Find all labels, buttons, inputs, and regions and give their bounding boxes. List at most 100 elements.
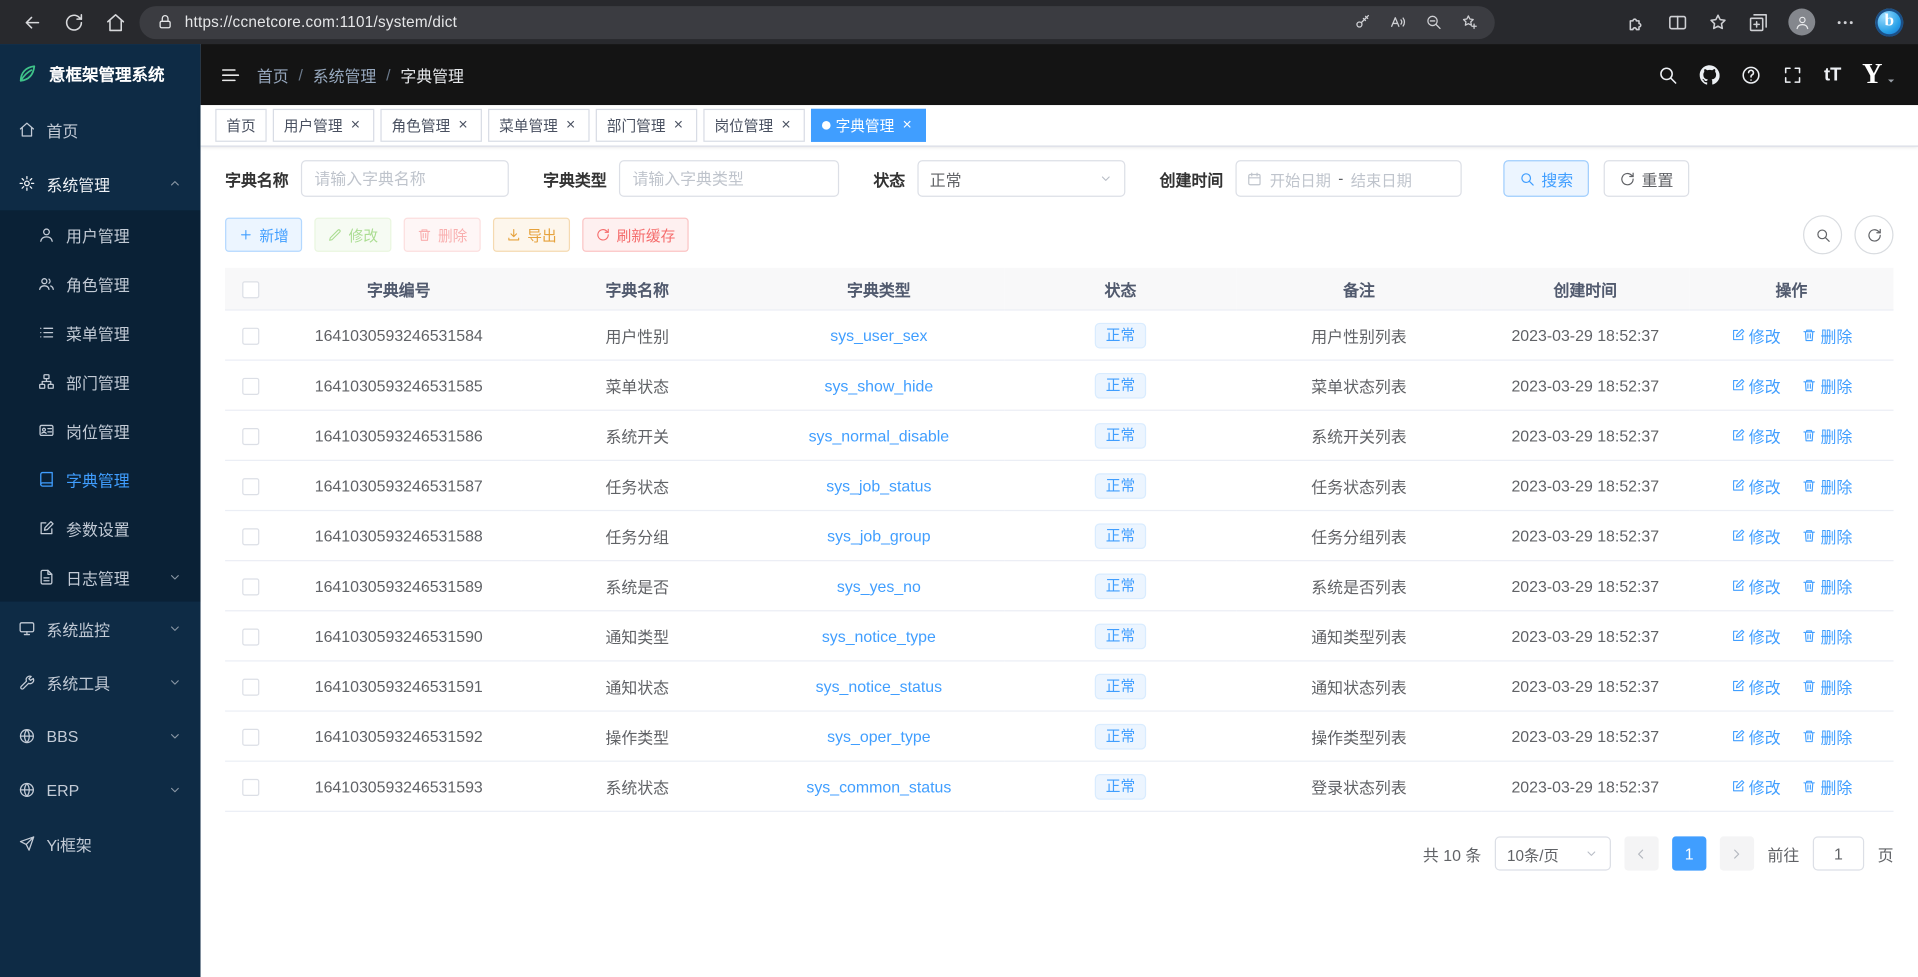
sidebar-item-role-mgmt[interactable]: 角色管理 [0,259,201,308]
app-logo[interactable]: 意框架管理系统 [0,44,201,103]
sidebar-item-user-mgmt[interactable]: 用户管理 [0,210,201,259]
row-edit-button[interactable]: 修改 [1730,775,1780,798]
zoom-out-icon[interactable] [1425,13,1442,30]
bing-copilot-icon[interactable]: b [1875,8,1903,36]
dict-type-link[interactable]: sys_job_group [827,526,930,544]
row-delete-button[interactable]: 删除 [1802,323,1852,346]
refresh-table-button[interactable] [1854,215,1893,254]
sidebar-item-system-tools[interactable]: 系统工具 [0,655,201,709]
search-button[interactable]: 搜索 [1503,160,1589,197]
close-icon[interactable]: × [670,117,686,133]
help-icon[interactable] [1741,64,1762,85]
row-delete-button[interactable]: 删除 [1802,574,1852,597]
row-edit-button[interactable]: 修改 [1730,424,1780,447]
row-checkbox[interactable] [242,678,259,695]
row-edit-button[interactable]: 修改 [1730,374,1780,397]
font-size-icon[interactable]: tT [1824,64,1841,85]
row-checkbox[interactable] [242,628,259,645]
dict-type-link[interactable]: sys_job_status [826,476,931,494]
row-checkbox[interactable] [242,729,259,746]
reset-button[interactable]: 重置 [1604,160,1690,197]
extensions-icon[interactable] [1627,12,1648,33]
row-edit-button[interactable]: 修改 [1730,323,1780,346]
tab-post-mgmt[interactable]: 岗位管理 × [703,109,805,142]
search-icon[interactable] [1658,64,1679,85]
select-all-checkbox[interactable] [242,281,259,298]
sidebar-item-dict-mgmt[interactable]: 字典管理 [0,455,201,504]
row-checkbox[interactable] [242,478,259,495]
next-page-button[interactable] [1720,836,1754,870]
prev-page-button[interactable] [1624,836,1658,870]
collections-icon[interactable] [1748,12,1769,33]
export-button[interactable]: 导出 [493,218,570,252]
reload-button[interactable] [56,5,90,39]
date-range-picker[interactable]: 开始日期 - 结束日期 [1236,160,1462,197]
more-icon[interactable] [1835,12,1856,33]
goto-page-input[interactable] [1813,836,1864,870]
dict-type-link[interactable]: sys_notice_type [822,627,936,645]
row-edit-button[interactable]: 修改 [1730,624,1780,647]
key-icon[interactable] [1354,13,1371,30]
row-delete-button[interactable]: 删除 [1802,424,1852,447]
dict-name-input[interactable] [301,160,509,197]
tab-menu-mgmt[interactable]: 菜单管理 × [488,109,590,142]
dict-type-link[interactable]: sys_notice_status [816,677,942,695]
home-button[interactable] [98,5,132,39]
toggle-search-button[interactable] [1803,215,1842,254]
row-delete-button[interactable]: 删除 [1802,374,1852,397]
sidebar-item-system-monitor[interactable]: 系统监控 [0,602,201,656]
tab-dept-mgmt[interactable]: 部门管理 × [596,109,698,142]
tab-user-mgmt[interactable]: 用户管理 × [273,109,375,142]
fullscreen-icon[interactable] [1782,64,1803,85]
dict-type-link[interactable]: sys_show_hide [825,376,934,394]
close-icon[interactable]: × [899,117,915,133]
row-delete-button[interactable]: 删除 [1802,674,1852,697]
sidebar-item-dept-mgmt[interactable]: 部门管理 [0,357,201,406]
dict-type-link[interactable]: sys_normal_disable [809,426,950,444]
row-delete-button[interactable]: 删除 [1802,724,1852,747]
row-delete-button[interactable]: 删除 [1802,524,1852,547]
back-button[interactable] [15,5,49,39]
dict-type-link[interactable]: sys_oper_type [827,727,930,745]
tab-home[interactable]: 首页 [215,109,266,142]
breadcrumb-system-mgmt[interactable]: 系统管理 [313,63,377,86]
tab-role-mgmt[interactable]: 角色管理 × [380,109,482,142]
profile-avatar[interactable] [1788,9,1815,36]
sidebar-item-post-mgmt[interactable]: 岗位管理 [0,406,201,455]
row-checkbox[interactable] [242,779,259,796]
address-bar[interactable]: https://ccnetcore.com:1101/system/dict [139,6,1494,39]
row-checkbox[interactable] [242,528,259,545]
sidebar-item-log-mgmt[interactable]: 日志管理 [0,553,201,602]
dict-type-link[interactable]: sys_user_sex [830,326,927,344]
row-edit-button[interactable]: 修改 [1730,474,1780,497]
row-checkbox[interactable] [242,327,259,344]
dict-type-link[interactable]: sys_common_status [806,777,951,795]
add-button[interactable]: 新增 [225,218,302,252]
dict-type-link[interactable]: sys_yes_no [837,577,921,595]
sidebar-item-bbs[interactable]: BBS [0,709,201,763]
row-edit-button[interactable]: 修改 [1730,724,1780,747]
page-number-button[interactable]: 1 [1672,836,1706,870]
sidebar-item-param-settings[interactable]: 参数设置 [0,504,201,553]
close-icon[interactable]: × [778,117,794,133]
close-icon[interactable]: × [455,117,471,133]
delete-button[interactable]: 删除 [404,218,481,252]
row-edit-button[interactable]: 修改 [1730,674,1780,697]
add-favorite-icon[interactable] [1461,13,1478,30]
refresh-cache-button[interactable]: 刷新缓存 [582,218,688,252]
menu-fold-icon[interactable] [220,64,241,85]
sidebar-item-yi-framework[interactable]: Yi框架 [0,817,201,871]
row-checkbox[interactable] [242,428,259,445]
close-icon[interactable]: × [563,117,579,133]
page-size-select[interactable]: 10条/页 [1495,836,1611,870]
close-icon[interactable]: × [347,117,363,133]
row-delete-button[interactable]: 删除 [1802,624,1852,647]
user-logo-dropdown[interactable]: Y [1862,59,1898,91]
sidebar-item-erp[interactable]: ERP [0,763,201,817]
row-checkbox[interactable] [242,578,259,595]
dict-type-input[interactable] [619,160,839,197]
sidebar-item-system-mgmt[interactable]: 系统管理 [0,157,201,211]
edit-button[interactable]: 修改 [314,218,391,252]
tab-dict-mgmt[interactable]: 字典管理 × [811,109,926,142]
row-delete-button[interactable]: 删除 [1802,474,1852,497]
